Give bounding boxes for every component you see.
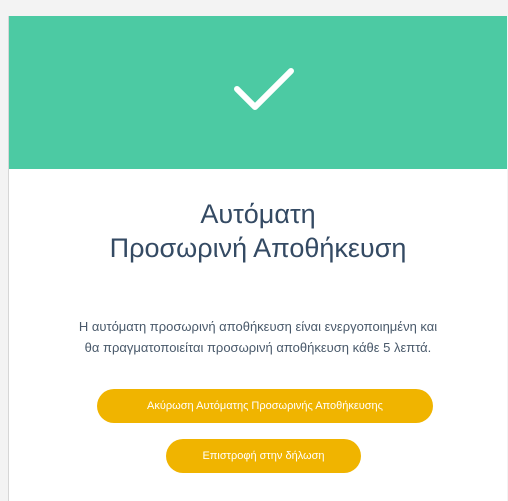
page-background: Αυτόματη Προσωρινή Αποθήκευση Η αυτόματη… (0, 0, 508, 501)
dialog-description: Η αυτόματη προσωρινή αποθήκευση είναι εν… (9, 316, 507, 358)
return-to-declaration-button[interactable]: Επιστροφή στην δήλωση (166, 439, 361, 473)
dialog-title: Αυτόματη Προσωρινή Αποθήκευση (9, 197, 507, 265)
dialog-description-line-1: Η αυτόματη προσωρινή αποθήκευση είναι εν… (78, 319, 438, 334)
dialog-title-line-2: Προσωρινή Αποθήκευση (109, 233, 407, 263)
checkmark-icon (234, 68, 294, 110)
cancel-autosave-button[interactable]: Ακύρωση Αυτόματης Προσωρινής Αποθήκευσης (97, 389, 433, 423)
dialog-description-line-2: θα πραγματοποιείται προσωρινή αποθήκευση… (84, 340, 432, 355)
dialog-title-line-1: Αυτόματη (200, 199, 316, 229)
autosave-dialog: Αυτόματη Προσωρινή Αποθήκευση Η αυτόματη… (8, 16, 507, 501)
success-banner (9, 16, 507, 169)
